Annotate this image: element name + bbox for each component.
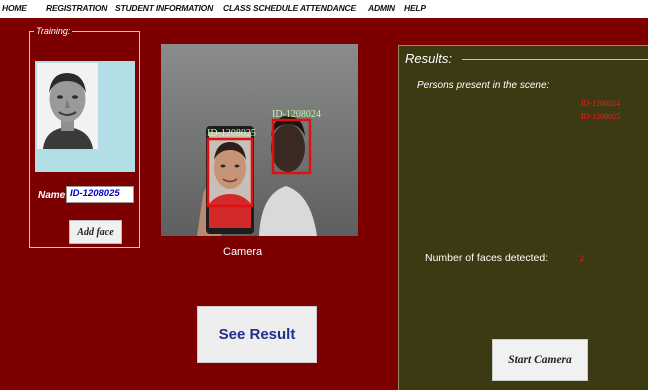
nav-registration[interactable]: REGISTRATION	[46, 3, 107, 13]
present-id-2: ID-1208025	[581, 112, 621, 121]
name-label: Name:	[38, 190, 69, 201]
nav-admin[interactable]: ADMIN	[368, 3, 395, 13]
camera-feed-image: ID-1208025 ID-1208024	[161, 44, 358, 236]
results-title: Results:	[405, 51, 458, 66]
add-face-button[interactable]: Add face	[69, 220, 122, 244]
training-face-image	[37, 63, 98, 149]
nav-class-schedule[interactable]: CLASS SCHEDULE	[223, 3, 298, 13]
nav-student-information[interactable]: STUDENT INFORMATION	[115, 3, 213, 13]
nav-attendance[interactable]: ATTENDANCE	[300, 3, 356, 13]
see-result-button[interactable]: See Result	[197, 306, 317, 363]
training-photo-area	[35, 61, 135, 172]
face-portrait-icon	[37, 63, 98, 149]
persons-present-label: Persons present in the scene:	[417, 80, 550, 91]
results-divider	[462, 59, 648, 60]
start-camera-button[interactable]: Start Camera	[492, 339, 588, 381]
training-legend: Training:	[34, 26, 73, 36]
nav-home[interactable]: HOME	[2, 3, 27, 13]
nav-help[interactable]: HELP	[404, 3, 426, 13]
overlay-id-2: ID-1208024	[272, 109, 321, 120]
faces-detected-count: 2	[580, 254, 584, 263]
name-input[interactable]: ID-1208025	[66, 186, 134, 203]
camera-view: ID-1208025 ID-1208024	[161, 44, 358, 236]
camera-label: Camera	[223, 246, 263, 258]
present-id-1: ID-1208024	[581, 99, 621, 108]
faces-detected-label: Number of faces detected:	[425, 252, 549, 264]
overlay-id-1: ID-1208025	[207, 128, 256, 139]
top-nav: HOME REGISTRATION STUDENT INFORMATION CL…	[0, 0, 648, 18]
